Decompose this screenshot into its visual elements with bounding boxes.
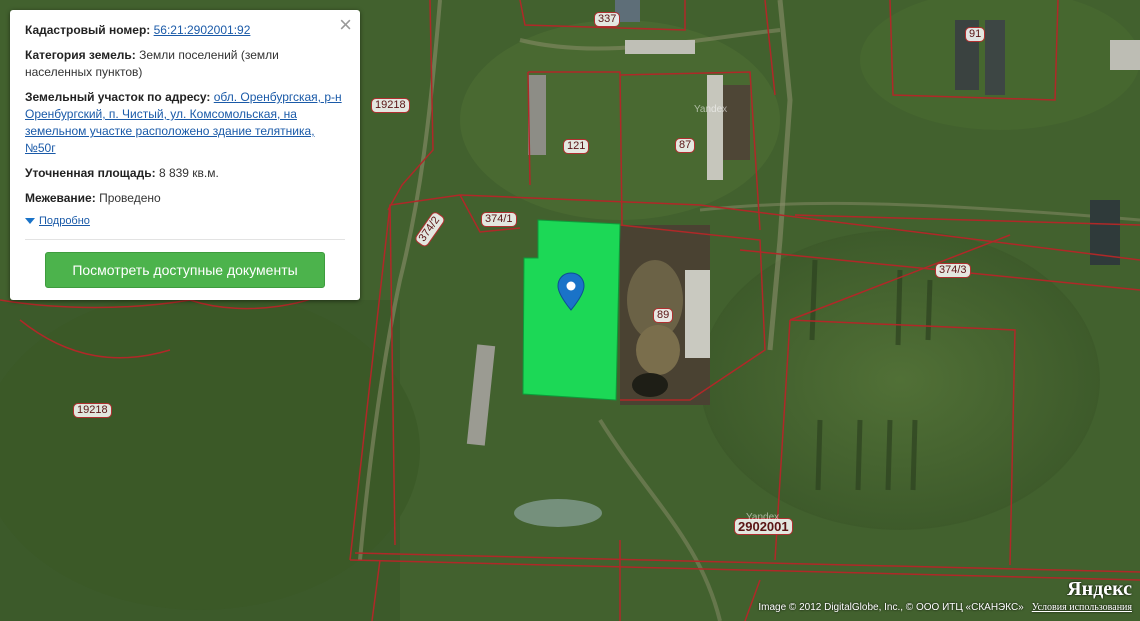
details-link[interactable]: Подробно bbox=[39, 215, 90, 227]
plot-label[interactable]: 337 bbox=[594, 12, 621, 27]
plot-label[interactable]: 19218 bbox=[73, 403, 112, 418]
plot-label[interactable]: 121 bbox=[563, 139, 590, 154]
map-attribution: Image © 2012 DigitalGlobe, Inc., © ООО И… bbox=[758, 602, 1132, 613]
survey-value: Проведено bbox=[99, 191, 161, 205]
land-category-row: Категория земель: Земли поселений (земли… bbox=[25, 47, 345, 81]
survey-row: Межевание: Проведено bbox=[25, 190, 345, 207]
plot-label[interactable]: 87 bbox=[675, 138, 696, 153]
yandex-logo: Яндекс bbox=[1067, 578, 1132, 600]
address-row: Земельный участок по адресу: обл. Оренбу… bbox=[25, 89, 345, 157]
survey-label: Межевание: bbox=[25, 191, 96, 205]
triangle-down-icon bbox=[25, 218, 35, 224]
cadastral-number-row: Кадастровый номер: 56:21:2902001:92 bbox=[25, 22, 345, 39]
details-toggle[interactable]: Подробно bbox=[25, 215, 345, 227]
view-documents-button[interactable]: Посмотреть доступные документы bbox=[45, 252, 325, 288]
terms-link[interactable]: Условия использования bbox=[1032, 602, 1132, 613]
plot-label[interactable]: 91 bbox=[965, 27, 986, 42]
area-label: Уточненная площадь: bbox=[25, 166, 156, 180]
area-row: Уточненная площадь: 8 839 кв.м. bbox=[25, 165, 345, 182]
copyright-text: Image © 2012 DigitalGlobe, Inc., © ООО И… bbox=[758, 602, 1024, 613]
plot-label[interactable]: 19218 bbox=[371, 98, 410, 113]
address-label: Земельный участок по адресу: bbox=[25, 90, 211, 104]
map-pin-icon[interactable] bbox=[557, 272, 585, 312]
divider bbox=[25, 239, 345, 240]
cadastral-number-link[interactable]: 56:21:2902001:92 bbox=[154, 23, 251, 37]
map-watermark: Yandex bbox=[694, 104, 728, 115]
plot-label[interactable]: 374/1 bbox=[481, 212, 517, 227]
cadastral-number-label: Кадастровый номер: bbox=[25, 23, 151, 37]
close-icon[interactable]: × bbox=[339, 14, 352, 36]
plot-label[interactable]: 374/3 bbox=[935, 263, 971, 278]
area-value: 8 839 кв.м. bbox=[158, 166, 219, 180]
plot-label[interactable]: 89 bbox=[653, 308, 674, 323]
land-category-label: Категория земель: bbox=[25, 48, 136, 62]
parcel-info-popup: × Кадастровый номер: 56:21:2902001:92 Ка… bbox=[10, 10, 360, 300]
map-watermark: Yandex bbox=[746, 512, 780, 523]
